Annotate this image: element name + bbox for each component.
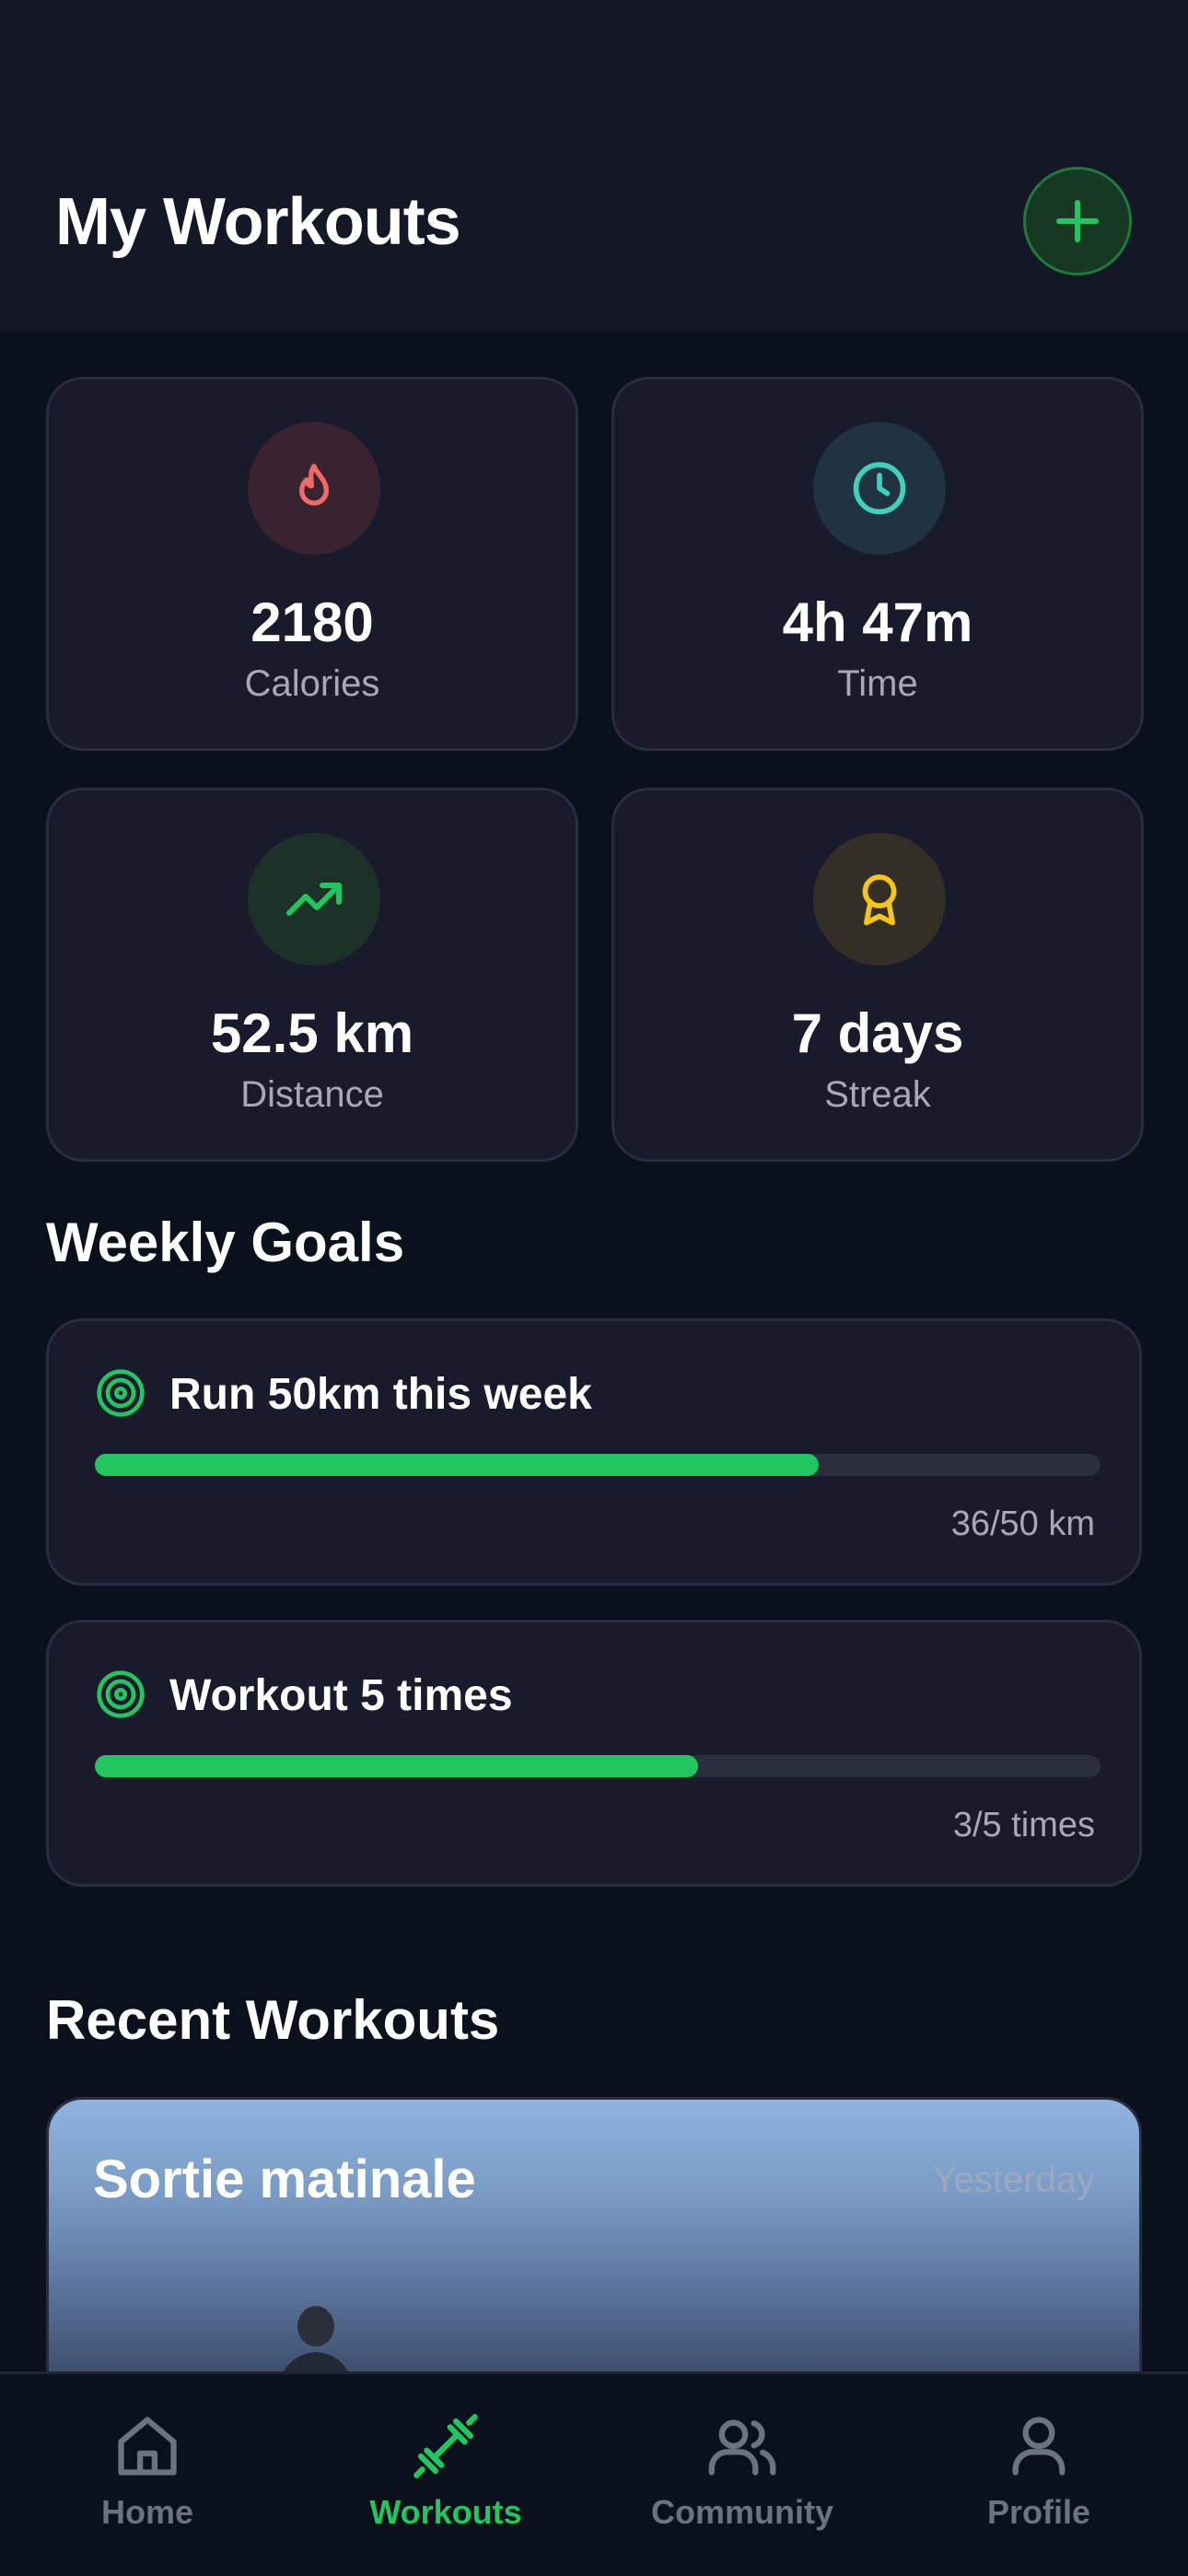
goal-progress-fill (95, 1454, 820, 1476)
user-icon (1012, 2417, 1066, 2476)
stat-label: Calories (244, 663, 380, 704)
recent-workouts-title: Recent Workouts (46, 1989, 500, 2051)
add-workout-button[interactable] (1023, 167, 1132, 275)
stat-card-distance: 52.5 km Distance (46, 788, 578, 1162)
weekly-goals-title: Weekly Goals (46, 1212, 405, 1273)
page-title: My Workouts (55, 185, 461, 259)
tab-workouts[interactable]: Workouts (326, 2411, 565, 2540)
home-icon (118, 2417, 177, 2476)
goal-card[interactable]: Workout 5 times 3/5 times (46, 1620, 1142, 1887)
tab-label: Workouts (369, 2493, 522, 2531)
users-icon (708, 2419, 776, 2476)
tab-community[interactable]: Community (623, 2411, 862, 2540)
plus-icon (1056, 200, 1099, 242)
clock-icon (853, 462, 906, 515)
goal-title: Run 50km this week (169, 1370, 592, 1419)
stat-card-time: 4h 47m Time (611, 377, 1144, 751)
target-icon (97, 1670, 145, 1718)
flame-icon-wrap (248, 422, 380, 555)
goal-progress-track (95, 1454, 1101, 1476)
stat-card-streak: 7 days Streak (611, 788, 1144, 1162)
stat-label: Distance (240, 1074, 384, 1115)
goal-progress-track (95, 1755, 1101, 1777)
goal-title: Workout 5 times (169, 1671, 513, 1720)
target-icon (97, 1369, 145, 1417)
award-icon-wrap (813, 833, 946, 966)
stat-label: Streak (824, 1074, 931, 1115)
stat-card-calories: 2180 Calories (46, 377, 578, 751)
stat-label: Time (837, 663, 918, 704)
stat-value: 2180 (250, 591, 374, 653)
clock-icon-wrap (813, 422, 946, 555)
workout-name: Sortie matinale (93, 2149, 476, 2209)
stat-value: 52.5 km (210, 1002, 414, 1064)
tab-home[interactable]: Home (28, 2411, 267, 2540)
trending-up-icon-wrap (248, 833, 380, 966)
goal-card[interactable]: Run 50km this week 36/50 km (46, 1318, 1142, 1586)
goal-progress-text: 3/5 times (952, 1806, 1095, 1844)
goal-progress-fill (95, 1755, 699, 1777)
trending-up-icon (286, 883, 342, 916)
award-icon (862, 874, 897, 926)
goal-progress-text: 36/50 km (950, 1505, 1095, 1543)
tab-label: Profile (986, 2493, 1091, 2531)
flame-icon (299, 463, 329, 506)
tab-label: Home (100, 2493, 194, 2531)
header: My Workouts (0, 0, 1188, 332)
dumbbell-icon (413, 2414, 478, 2478)
tab-label: Community (651, 2493, 833, 2531)
stat-value: 4h 47m (782, 591, 973, 653)
workout-date: Yesterday (932, 2160, 1095, 2200)
stat-value: 7 days (791, 1002, 964, 1064)
tab-profile[interactable]: Profile (919, 2411, 1159, 2540)
tab-bar: Home Workouts Community Profile (0, 2371, 1188, 2576)
